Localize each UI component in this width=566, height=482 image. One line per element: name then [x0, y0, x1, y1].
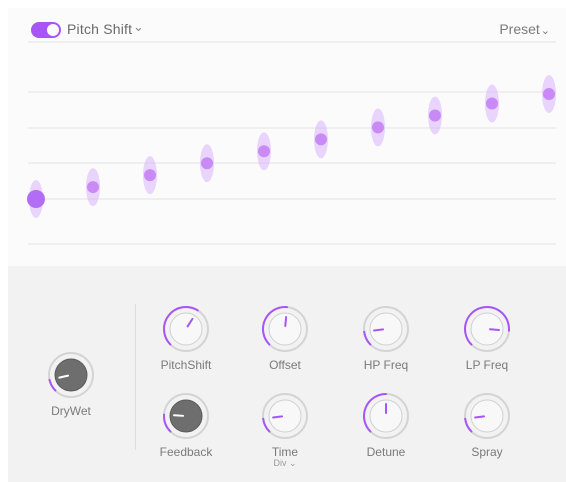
knob-drywet[interactable]: DryWet — [31, 350, 111, 418]
chevron-down-icon[interactable]: ⌄ — [133, 19, 144, 35]
pitch-step-canvas[interactable] — [8, 8, 566, 266]
toggle-knob — [47, 24, 59, 36]
pitch-step-handle[interactable] — [543, 88, 555, 100]
pitch-step-3[interactable] — [143, 156, 157, 195]
detune-knob-dial[interactable] — [361, 391, 411, 441]
pitch-step-5[interactable] — [257, 132, 271, 171]
knob-value-arc — [262, 417, 271, 433]
pitch-step-handle[interactable] — [372, 121, 384, 134]
knob-pointer — [284, 316, 288, 328]
knob-pitchshift[interactable]: PitchShift — [146, 304, 226, 372]
knob-pointer — [173, 414, 185, 417]
pitch-step-4[interactable] — [200, 144, 214, 183]
knob-label: PitchShift — [160, 358, 212, 372]
pitch-step-handle[interactable] — [429, 109, 441, 122]
knob-body[interactable] — [268, 399, 302, 433]
knob-hpfreq[interactable]: HP Freq — [346, 304, 426, 372]
knob-pointer — [474, 415, 486, 419]
pitch-step-handle[interactable] — [87, 181, 99, 194]
pitch-step-9[interactable] — [485, 84, 499, 123]
knob-value-arc — [363, 330, 372, 346]
knob-pointer — [272, 415, 284, 419]
knob-value-arc — [464, 417, 473, 433]
chevron-down-icon: ⌄ — [540, 25, 550, 37]
preset-label: Preset — [499, 21, 540, 37]
knob-label: Detune — [366, 445, 406, 459]
drywet-knob-dial[interactable] — [46, 350, 96, 400]
knob-offset[interactable]: Offset — [245, 304, 325, 372]
knob-label: Offset — [269, 358, 301, 372]
knob-lpfreq[interactable]: LP Freq — [447, 304, 527, 372]
pitch-step-handle[interactable] — [27, 190, 45, 208]
offset-knob-dial[interactable] — [260, 304, 310, 354]
pitch-step-6[interactable] — [314, 120, 328, 159]
knob-pointer — [373, 328, 385, 332]
pitch-step-1[interactable] — [27, 180, 45, 218]
pitchshift-knob-dial[interactable] — [161, 304, 211, 354]
knob-label: HP Freq — [363, 358, 409, 372]
knob-label: Feedback — [159, 445, 213, 459]
pitch-step-2[interactable] — [86, 168, 100, 207]
knob-detune[interactable]: Detune — [346, 391, 426, 459]
controls-panel: DryWet PitchShift Offset HP Freq LP Freq… — [8, 266, 566, 482]
lpfreq-knob-dial[interactable] — [462, 304, 512, 354]
knob-body[interactable] — [369, 312, 403, 346]
knob-spray[interactable]: Spray — [447, 391, 527, 459]
knob-body[interactable] — [470, 399, 504, 433]
preset-dropdown[interactable]: Preset⌄ — [499, 21, 550, 37]
knob-time[interactable]: Time Div ⌄ — [245, 391, 325, 469]
panel-divider — [135, 304, 136, 450]
knob-label: Time — [271, 445, 299, 459]
knob-value-arc — [48, 378, 57, 392]
pitch-step-handle[interactable] — [201, 157, 213, 170]
pitch-step-handle[interactable] — [315, 133, 327, 146]
pitch-step-8[interactable] — [428, 96, 442, 135]
knob-value-arc — [163, 413, 172, 433]
knob-label: LP Freq — [465, 358, 509, 372]
pitch-step-graph[interactable] — [8, 8, 566, 266]
knob-body[interactable] — [169, 312, 203, 346]
pitch-step-handle[interactable] — [258, 145, 270, 158]
knob-body[interactable] — [268, 312, 302, 346]
effect-enable-toggle[interactable] — [31, 22, 61, 38]
effect-name-dropdown[interactable]: Pitch Shift — [67, 21, 132, 37]
knob-body[interactable] — [54, 358, 88, 392]
knob-label: Spray — [471, 445, 503, 459]
pitch-step-10[interactable] — [542, 75, 556, 113]
hpfreq-knob-dial[interactable] — [361, 304, 411, 354]
knob-pointer — [488, 328, 500, 331]
time-knob-dial[interactable] — [260, 391, 310, 441]
knob-label: DryWet — [51, 404, 91, 418]
pitch-step-handle[interactable] — [486, 97, 498, 110]
pitch-step-7[interactable] — [371, 108, 385, 147]
plugin-window: Pitch Shift ⌄ Preset⌄ DryWet PitchShift … — [8, 8, 566, 482]
feedback-knob-dial[interactable] — [161, 391, 211, 441]
pitch-step-handle[interactable] — [144, 169, 156, 182]
time-division-dropdown[interactable]: Div ⌄ — [245, 458, 325, 469]
spray-knob-dial[interactable] — [462, 391, 512, 441]
knob-feedback[interactable]: Feedback — [146, 391, 226, 459]
